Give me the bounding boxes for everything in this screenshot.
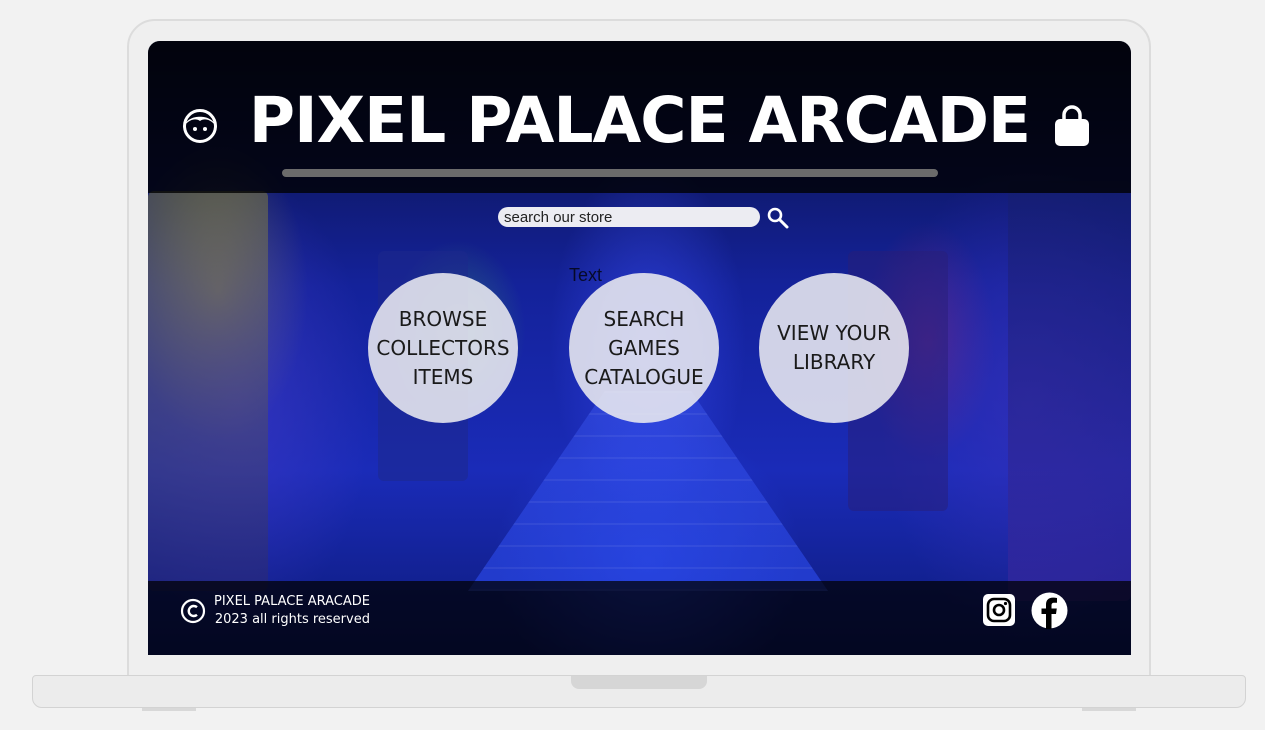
copyright-icon (180, 598, 206, 624)
footer-copyright: PIXEL PALACE ARACADE 2023 all rights res… (214, 593, 370, 629)
instagram-icon[interactable] (982, 593, 1016, 627)
arcade-cabinet-left (148, 191, 268, 591)
view-your-library-button[interactable]: VIEW YOUR LIBRARY (759, 273, 909, 423)
browse-collectors-items-button[interactable]: BROWSE COLLECTORS ITEMS (368, 273, 518, 423)
arcade-cabinet-right (1008, 181, 1131, 601)
laptop-foot (1082, 708, 1136, 711)
stray-text-label: Text (569, 265, 603, 285)
search-icon[interactable] (766, 206, 790, 230)
website-screen: PIXEL PALACE ARCADE Text BROWSE COLLECTO… (148, 41, 1131, 655)
facebook-icon[interactable] (1031, 592, 1068, 629)
footer-rights-text: 2023 all rights reserved (214, 612, 370, 627)
title-divider (282, 169, 938, 177)
shopping-bag-icon[interactable] (1053, 105, 1091, 147)
search-input[interactable] (498, 207, 760, 227)
footer-company-name: PIXEL PALACE ARACADE (214, 594, 370, 609)
laptop-foot (142, 708, 196, 711)
site-title: PIXEL PALACE ARCADE (248, 84, 1031, 157)
laptop-notch (571, 676, 707, 689)
search-games-catalogue-button[interactable]: SEARCH GAMES CATALOGUE (569, 273, 719, 423)
